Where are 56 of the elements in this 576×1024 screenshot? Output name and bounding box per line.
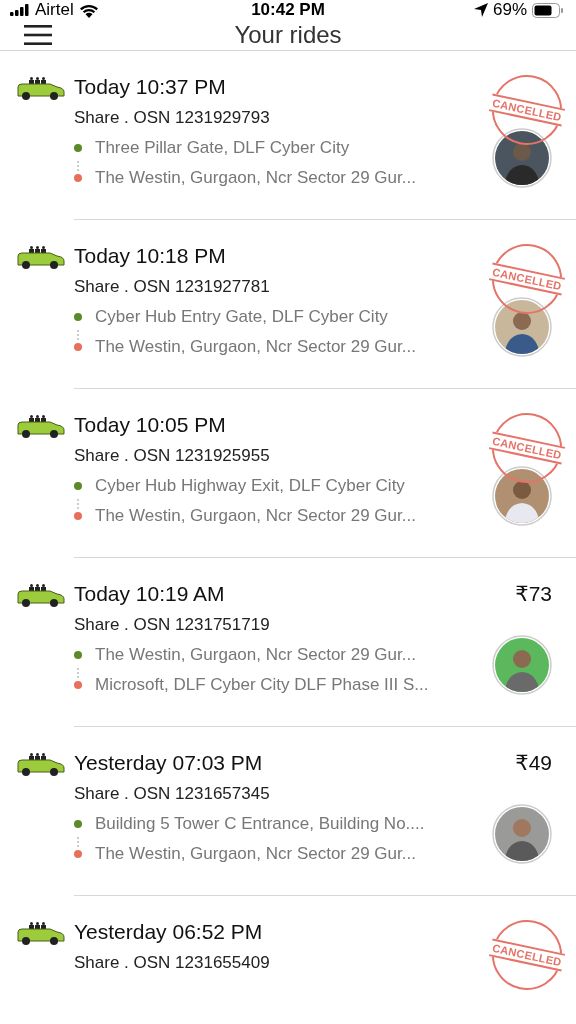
ride-fare: ₹49 — [515, 751, 552, 775]
pickup-address: The Westin, Gurgaon, Ncr Sector 29 Gur... — [95, 645, 416, 665]
drop-address: The Westin, Gurgaon, Ncr Sector 29 Gur... — [95, 844, 416, 864]
status-time: 10:42 PM — [250, 0, 326, 20]
battery-icon — [532, 2, 564, 18]
shared-car-icon — [16, 751, 66, 777]
shared-car-icon — [16, 75, 66, 101]
ride-time: Today 10:37 PM — [74, 75, 226, 99]
shared-car-icon — [16, 244, 66, 270]
ride-details: Share . OSN 1231925955 — [74, 446, 270, 466]
route-line — [77, 330, 79, 342]
shared-car-icon — [16, 413, 66, 439]
ride-item[interactable]: Yesterday 07:03 PM ₹49 Share . OSN 1231657345 Building 5 Tower C Entrance, Building No.... The Westin, Gurgaon, Ncr Sector 29 Gur... — [0, 727, 576, 896]
ride-time: Today 10:18 PM — [74, 244, 226, 268]
shared-car-icon — [16, 920, 66, 946]
route-line — [77, 837, 79, 849]
pickup-dot-icon — [74, 482, 82, 490]
pickup-address: Cyber Hub Entry Gate, DLF Cyber City — [95, 307, 388, 327]
ride-fare: ₹73 — [515, 582, 552, 606]
pickup-dot-icon — [74, 820, 82, 828]
pickup-dot-icon — [74, 651, 82, 659]
menu-icon — [24, 24, 52, 46]
drop-address: The Westin, Gurgaon, Ncr Sector 29 Gur... — [95, 337, 416, 357]
ride-details: Share . OSN 1231751719 — [74, 615, 270, 635]
drop-address: The Westin, Gurgaon, Ncr Sector 29 Gur... — [95, 506, 416, 526]
drop-dot-icon — [74, 850, 82, 858]
ride-time: Today 10:19 AM — [74, 582, 225, 606]
drop-dot-icon — [74, 343, 82, 351]
drop-address: Microsoft, DLF Cyber City DLF Phase III S... — [95, 675, 429, 695]
drop-dot-icon — [74, 512, 82, 520]
wifi-icon — [78, 2, 99, 18]
drop-address: The Westin, Gurgaon, Ncr Sector 29 Gur... — [95, 168, 416, 188]
ride-details: Share . OSN 1231657345 — [74, 784, 270, 804]
ride-details: Share . OSN 1231929793 — [74, 108, 270, 128]
drop-dot-icon — [74, 174, 82, 182]
drop-dot-icon — [74, 681, 82, 689]
ride-time: Yesterday 07:03 PM — [74, 751, 263, 775]
carrier-name: Airtel — [35, 0, 74, 20]
page-title: Your rides — [233, 21, 343, 49]
pickup-address: Building 5 Tower C Entrance, Building No.... — [95, 814, 425, 834]
pickup-address: Cyber Hub Highway Exit, DLF Cyber City — [95, 476, 405, 496]
ride-time: Today 10:05 PM — [74, 413, 226, 437]
ride-time: Yesterday 06:52 PM — [74, 920, 263, 944]
route-line — [77, 499, 79, 511]
shared-car-icon — [16, 582, 66, 608]
pickup-dot-icon — [74, 144, 82, 152]
ride-item[interactable]: Today 10:19 AM ₹73 Share . OSN 1231751719 The Westin, Gurgaon, Ncr Sector 29 Gur... Microsoft, DLF Cyber City DLF Phase III S... — [0, 558, 576, 727]
battery-percent: 69% — [492, 0, 527, 20]
route-line — [77, 161, 79, 173]
pickup-dot-icon — [74, 313, 82, 321]
route-line — [77, 668, 79, 680]
pickup-address: Three Pillar Gate, DLF Cyber City — [95, 138, 350, 158]
location-arrow-icon — [473, 3, 488, 17]
signal-icon — [10, 4, 30, 16]
ride-details: Share . OSN 1231927781 — [74, 277, 270, 297]
ride-details: Share . OSN 1231655409 — [74, 953, 270, 973]
